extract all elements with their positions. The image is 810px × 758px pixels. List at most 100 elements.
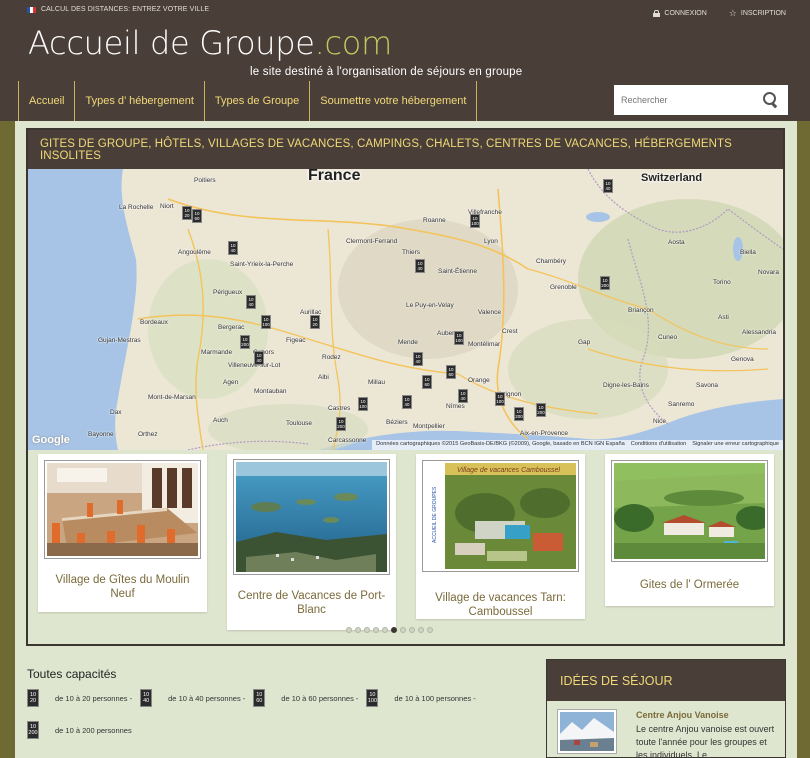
- logo-tld: .com: [314, 24, 393, 62]
- capacity-link[interactable]: de 10 à 100 personnes -: [394, 694, 475, 703]
- distance-calculator-link[interactable]: CALCUL DES DISTANCES: ENTREZ VOTRE VILLE: [27, 6, 209, 13]
- search-icon[interactable]: [760, 89, 782, 111]
- map-city: Mende: [398, 339, 418, 346]
- map-marker[interactable]: 10 40: [246, 295, 256, 309]
- nav-item-types-groupe[interactable]: Types de Groupe: [203, 81, 311, 121]
- card-title[interactable]: Gites de l' Ormerée: [611, 578, 768, 592]
- carousel-card[interactable]: ACCUEIL DE GROUPES Village de vacances C…: [416, 454, 585, 619]
- map-city: Périgueux: [213, 289, 243, 296]
- map-marker[interactable]: 10 60: [446, 365, 456, 379]
- carousel-dot[interactable]: [382, 627, 388, 633]
- carousel-dot[interactable]: [373, 627, 379, 633]
- map-marker[interactable]: 10 40: [458, 389, 468, 403]
- card-title[interactable]: Village de Gîtes du Moulin Neuf: [44, 573, 201, 601]
- map-marker[interactable]: 10 200: [336, 417, 346, 431]
- map-marker[interactable]: 10 60: [192, 209, 202, 223]
- map-city: La Rochelle: [119, 204, 154, 211]
- card-title[interactable]: Centre de Vacances de Port-Blanc: [233, 589, 390, 617]
- map-marker[interactable]: 10 40: [254, 351, 264, 365]
- map-city: Castres: [328, 405, 351, 412]
- signup-link[interactable]: ☆ INSCRIPTION: [729, 9, 786, 18]
- login-label: CONNEXION: [664, 10, 707, 17]
- map-city: Sanremo: [668, 401, 695, 408]
- capacity-link[interactable]: de 10 à 20 personnes -: [55, 694, 132, 703]
- nav-item-soumettre[interactable]: Soumettre votre hébergement: [309, 81, 478, 121]
- map-city: Nice: [653, 418, 667, 425]
- capacity-marker: 10 60: [253, 689, 266, 707]
- map-marker[interactable]: 10 40: [413, 352, 423, 366]
- carousel-dot[interactable]: [409, 627, 415, 633]
- map-terms-link[interactable]: Conditions d'utilisation: [631, 441, 686, 449]
- carousel-card[interactable]: Centre de Vacances de Port-Blanc: [227, 454, 396, 630]
- map-marker[interactable]: 10 200: [514, 407, 524, 421]
- map-marker[interactable]: 10 100: [261, 315, 271, 329]
- map[interactable]: France Switzerland La Rochelle Niort Poi…: [28, 169, 783, 450]
- map-city: Agen: [223, 379, 239, 386]
- map-attribution-text: Données cartographiques ©2015 GeoBasis-D…: [376, 441, 625, 447]
- map-city: Poitiers: [194, 177, 216, 184]
- map-marker[interactable]: 10 20: [310, 315, 320, 329]
- map-city: Lyon: [484, 238, 498, 245]
- map-city: Asti: [718, 314, 729, 321]
- map-marker[interactable]: 10 200: [536, 403, 546, 417]
- map-marker[interactable]: 10 40: [402, 395, 412, 409]
- site-logo[interactable]: Accueil de Groupe.com: [28, 24, 392, 62]
- card-image-ormeree: [611, 460, 768, 562]
- carousel-pagination: [346, 627, 433, 633]
- map-country-france: France: [308, 169, 361, 184]
- map-marker[interactable]: 10 40: [603, 179, 613, 193]
- carousel-dot[interactable]: [346, 627, 352, 633]
- capacity-link[interactable]: de 10 à 40 personnes -: [168, 694, 245, 703]
- map-city: Cuneo: [658, 334, 678, 341]
- map-city: Clermont-Ferrand: [346, 238, 398, 245]
- map-city: Béziers: [386, 419, 408, 426]
- map-city: Briançon: [628, 307, 654, 314]
- map-city: Novara: [758, 269, 779, 276]
- carousel-dot[interactable]: [364, 627, 370, 633]
- nav-item-accueil[interactable]: Accueil: [18, 81, 76, 121]
- card-thumb-logo: ACCUEIL DE GROUPES: [432, 486, 438, 543]
- map-marker[interactable]: 10 100: [358, 397, 368, 411]
- carousel-dot[interactable]: [427, 627, 433, 633]
- carousel-dot[interactable]: [400, 627, 406, 633]
- carousel-dot-active[interactable]: [391, 627, 397, 633]
- map-marker[interactable]: 10 200: [600, 276, 610, 290]
- map-marker[interactable]: 10 40: [228, 241, 238, 255]
- signup-label: INSCRIPTION: [740, 10, 786, 17]
- map-city: Albi: [318, 374, 329, 381]
- capacities-row: 10 20 de 10 à 20 personnes - 10 40 de 10 à…: [27, 689, 484, 707]
- carousel-dot[interactable]: [355, 627, 361, 633]
- sejour-idea-name[interactable]: Centre Anjou Vanoise: [636, 710, 729, 720]
- map-city: Niort: [160, 203, 174, 210]
- map-city: Digne-les-Bains: [603, 382, 649, 389]
- nav-item-types-hebergement[interactable]: Types d’ hébergement: [74, 81, 205, 121]
- search-input[interactable]: [614, 86, 756, 114]
- site-tagline: le site destiné à l'organisation de séjo…: [250, 66, 523, 78]
- sejour-idea-image[interactable]: [557, 709, 617, 754]
- card-title[interactable]: Village de vacances Tarn: Camboussel: [422, 591, 579, 619]
- carousel-card[interactable]: Gites de l' Ormerée: [605, 454, 774, 606]
- map-city: Figeac: [286, 337, 306, 344]
- google-logo: Google: [32, 434, 70, 446]
- map-marker[interactable]: 10 40: [415, 259, 425, 273]
- lock-icon: [653, 10, 661, 17]
- capacity-link[interactable]: de 10 à 200 personnes: [55, 726, 132, 735]
- map-city: Dax: [110, 409, 122, 416]
- capacity-link[interactable]: de 10 à 60 personnes -: [281, 694, 358, 703]
- carousel-card[interactable]: Village de Gîtes du Moulin Neuf: [38, 454, 207, 612]
- carousel-dot[interactable]: [418, 627, 424, 633]
- map-marker[interactable]: 10 100: [495, 392, 505, 406]
- map-marker[interactable]: 10 20: [182, 206, 192, 220]
- login-link[interactable]: CONNEXION: [653, 9, 707, 18]
- map-city: Grenoble: [550, 284, 577, 291]
- featured-title: GITES DE GROUPE, HÔTELS, VILLAGES DE VAC…: [28, 130, 783, 169]
- map-city: Genova: [731, 356, 754, 363]
- card-image-moulin-neuf: [44, 460, 201, 559]
- map-marker[interactable]: 10 60: [422, 375, 432, 389]
- map-marker[interactable]: 10 100: [470, 214, 480, 228]
- star-icon: ☆: [728, 8, 737, 18]
- map-marker[interactable]: 10 200: [240, 335, 250, 349]
- map-report-link[interactable]: Signaler une erreur cartographique: [692, 441, 779, 449]
- map-marker[interactable]: 10 100: [454, 331, 464, 345]
- sejour-idea-desc: Le centre Anjou vanoise est ouvert toute…: [636, 724, 775, 758]
